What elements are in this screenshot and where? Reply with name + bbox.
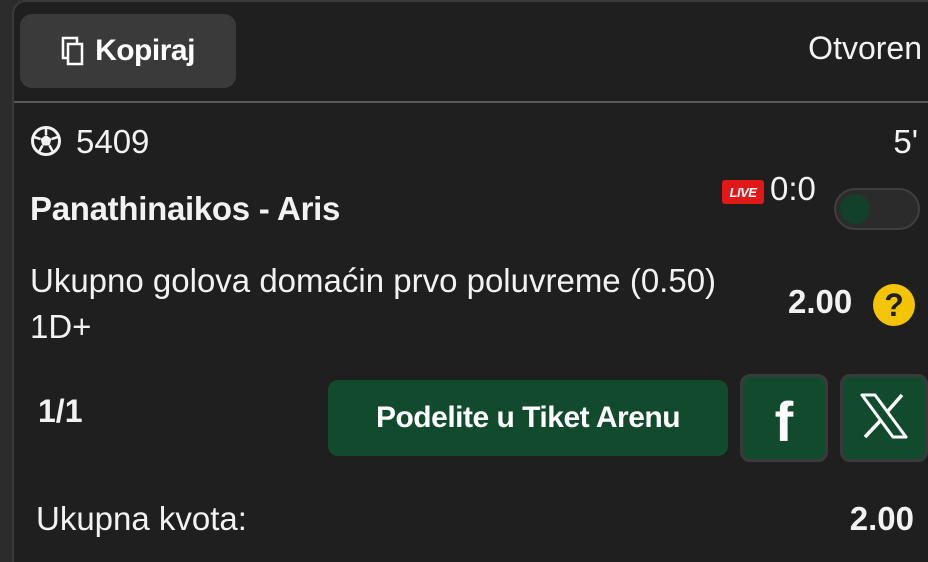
copy-button[interactable]: Kopiraj [20, 14, 236, 88]
page-count: 1/1 [38, 393, 83, 429]
bet-odd: 2.00 [788, 283, 853, 320]
copy-label: Kopiraj [95, 34, 195, 67]
soccer-ball-icon [30, 125, 62, 157]
match-name: Panathinaikos - Aris [30, 190, 341, 227]
share-tiket-arena-button[interactable]: Podelite u Tiket Arenu [328, 380, 728, 456]
divider [14, 101, 928, 103]
facebook-icon: f [774, 389, 794, 453]
copy-icon [61, 36, 85, 66]
toggle-knob [840, 194, 870, 224]
live-badge: LIVE [722, 180, 764, 204]
ticket-id: 5409 [76, 123, 150, 160]
match-score: 0:0 [770, 170, 816, 207]
match-minute: 5' [893, 123, 918, 160]
bet-market: Ukupno golova domaćin prvo poluvreme (0.… [30, 262, 717, 345]
question-icon[interactable]: ? [873, 284, 915, 326]
ticket-status: Otvoren [808, 30, 922, 66]
x-share-button[interactable] [840, 374, 928, 462]
live-toggle[interactable] [834, 188, 920, 230]
total-odds-value: 2.00 [849, 500, 914, 537]
x-logo-icon [858, 392, 910, 445]
facebook-share-button[interactable]: f [740, 374, 828, 462]
total-odds-label: Ukupna kvota: [36, 500, 247, 537]
